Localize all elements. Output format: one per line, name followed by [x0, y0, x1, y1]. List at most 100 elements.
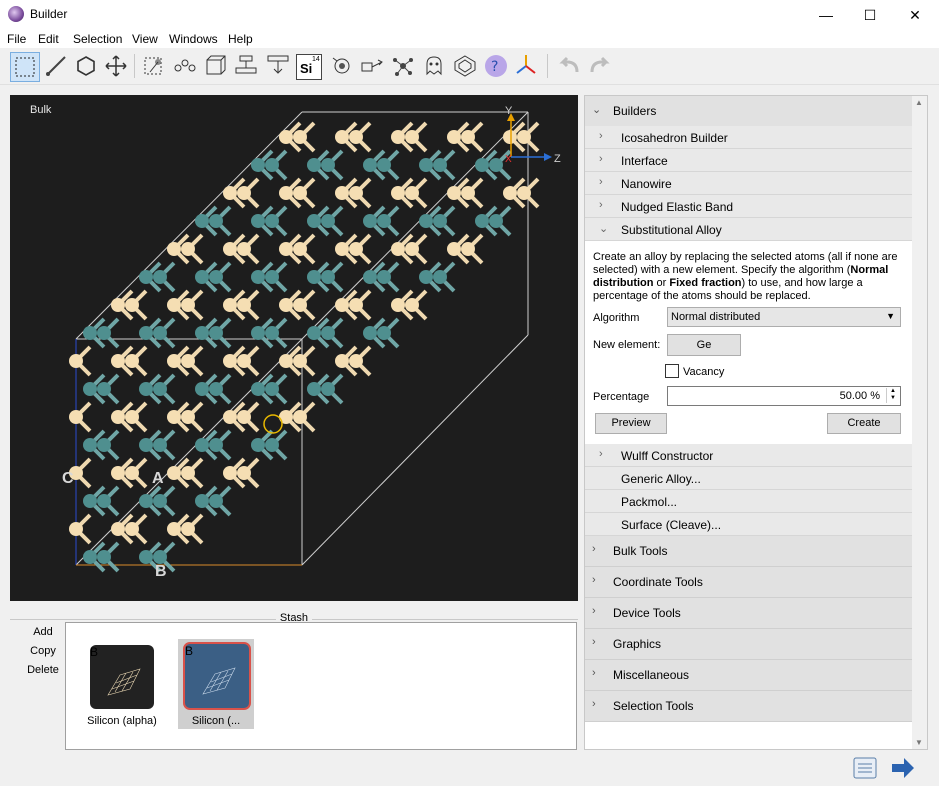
item-icosahedron-builder[interactable]: › Icosahedron Builder	[585, 126, 913, 149]
item-substitutional-alloy[interactable]: ⌄ Substitutional Alloy	[585, 218, 913, 241]
germanium-atom[interactable]	[321, 270, 335, 284]
germanium-atom[interactable]	[209, 326, 223, 340]
silicon-atom[interactable]	[167, 354, 181, 368]
item-nanowire[interactable]: › Nanowire	[585, 172, 913, 195]
silicon-atom[interactable]	[293, 186, 307, 200]
silicon-atom[interactable]	[293, 298, 307, 312]
section-builders[interactable]: ⌄ Builders	[585, 96, 913, 127]
germanium-atom[interactable]	[377, 158, 391, 172]
germanium-atom[interactable]	[377, 270, 391, 284]
section-graphics[interactable]: › Graphics	[585, 629, 913, 660]
minimize-button[interactable]: —	[803, 0, 849, 30]
section-device-tools[interactable]: › Device Tools	[585, 598, 913, 629]
menu-selection[interactable]: Selection	[73, 32, 122, 46]
stash-item-label[interactable]: Silicon (alpha)	[78, 715, 166, 727]
silicon-atom[interactable]	[69, 354, 83, 368]
silicon-atom[interactable]	[125, 466, 139, 480]
silicon-atom[interactable]	[125, 522, 139, 536]
section-bulk-tools[interactable]: › Bulk Tools	[585, 536, 913, 567]
germanium-atom[interactable]	[377, 326, 391, 340]
attach-icon[interactable]	[264, 52, 292, 80]
undo-icon[interactable]	[555, 52, 583, 80]
germanium-atom[interactable]	[307, 158, 321, 172]
silicon-atom[interactable]	[405, 186, 419, 200]
germanium-atom[interactable]	[377, 214, 391, 228]
stash-copy-button[interactable]: Copy	[18, 645, 68, 657]
create-button[interactable]: Create	[827, 413, 901, 434]
germanium-atom[interactable]	[251, 326, 265, 340]
germanium-atom[interactable]	[307, 326, 321, 340]
silicon-atom[interactable]	[461, 130, 475, 144]
preview-button[interactable]: Preview	[595, 413, 667, 434]
stash-delete-button[interactable]: Delete	[18, 664, 68, 676]
silicon-atom[interactable]	[461, 242, 475, 256]
translate-icon[interactable]	[358, 52, 386, 80]
germanium-atom[interactable]	[97, 438, 111, 452]
germanium-atom[interactable]	[97, 326, 111, 340]
silicon-atom[interactable]	[181, 298, 195, 312]
molecule-icon[interactable]	[389, 52, 417, 80]
silicon-atom[interactable]	[405, 130, 419, 144]
germanium-atom[interactable]	[321, 326, 335, 340]
germanium-atom[interactable]	[251, 382, 265, 396]
silicon-atom[interactable]	[349, 354, 363, 368]
silicon-atom[interactable]	[335, 186, 349, 200]
close-button[interactable]: ✕	[892, 0, 938, 30]
germanium-atom[interactable]	[475, 158, 489, 172]
germanium-atom[interactable]	[139, 550, 153, 564]
silicon-atom[interactable]	[181, 466, 195, 480]
stash-item-label[interactable]: Silicon (...	[178, 715, 254, 727]
spinner-arrows-icon[interactable]: ▲ ▼	[886, 388, 899, 403]
silicon-atom[interactable]	[223, 410, 237, 424]
germanium-atom[interactable]	[307, 214, 321, 228]
structure-viewport[interactable]: Y Z X C A B Bulk	[10, 95, 578, 601]
germanium-atom[interactable]	[265, 382, 279, 396]
silicon-atom[interactable]	[167, 298, 181, 312]
section-coordinate-tools[interactable]: › Coordinate Tools	[585, 567, 913, 598]
germanium-atom[interactable]	[83, 326, 97, 340]
panel-scrollbar[interactable]: ▲ ▼	[912, 95, 928, 750]
rotate-axes-icon[interactable]	[512, 52, 540, 80]
scroll-up-icon[interactable]: ▲	[915, 98, 923, 107]
redo-icon[interactable]	[586, 52, 614, 80]
silicon-atom[interactable]	[125, 354, 139, 368]
silicon-atom[interactable]	[111, 354, 125, 368]
silicon-atom[interactable]	[517, 130, 531, 144]
germanium-atom[interactable]	[209, 270, 223, 284]
silicon-atom[interactable]	[237, 410, 251, 424]
menu-help[interactable]: Help	[228, 32, 253, 46]
silicon-atom[interactable]	[461, 186, 475, 200]
silicon-atom[interactable]	[405, 298, 419, 312]
silicon-atom[interactable]	[223, 186, 237, 200]
germanium-atom[interactable]	[209, 438, 223, 452]
silicon-atom[interactable]	[391, 186, 405, 200]
germanium-atom[interactable]	[251, 438, 265, 452]
germanium-atom[interactable]	[433, 158, 447, 172]
menu-windows[interactable]: Windows	[169, 32, 218, 46]
silicon-atom[interactable]	[237, 242, 251, 256]
rectangle-select-icon[interactable]	[10, 52, 40, 82]
wrap-icon[interactable]	[451, 52, 479, 80]
item-generic-alloy[interactable]: Generic Alloy...	[585, 467, 913, 490]
silicon-atom[interactable]	[237, 466, 251, 480]
silicon-atom[interactable]	[335, 242, 349, 256]
germanium-atom[interactable]	[139, 494, 153, 508]
silicon-atom[interactable]	[237, 186, 251, 200]
silicon-atom[interactable]	[181, 354, 195, 368]
element-silicon-icon[interactable]: Si 14	[296, 54, 322, 80]
silicon-atom[interactable]	[293, 130, 307, 144]
section-miscellaneous[interactable]: › Miscellaneous	[585, 660, 913, 691]
silicon-atom[interactable]	[335, 298, 349, 312]
germanium-atom[interactable]	[153, 270, 167, 284]
silicon-atom[interactable]	[391, 298, 405, 312]
silicon-atom[interactable]	[181, 242, 195, 256]
germanium-atom[interactable]	[307, 270, 321, 284]
chain-icon[interactable]	[171, 52, 199, 80]
send-to-arrow-icon[interactable]	[890, 756, 916, 780]
germanium-atom[interactable]	[139, 382, 153, 396]
silicon-atom[interactable]	[69, 410, 83, 424]
silicon-atom[interactable]	[223, 466, 237, 480]
germanium-atom[interactable]	[265, 214, 279, 228]
silicon-atom[interactable]	[279, 298, 293, 312]
germanium-atom[interactable]	[321, 382, 335, 396]
